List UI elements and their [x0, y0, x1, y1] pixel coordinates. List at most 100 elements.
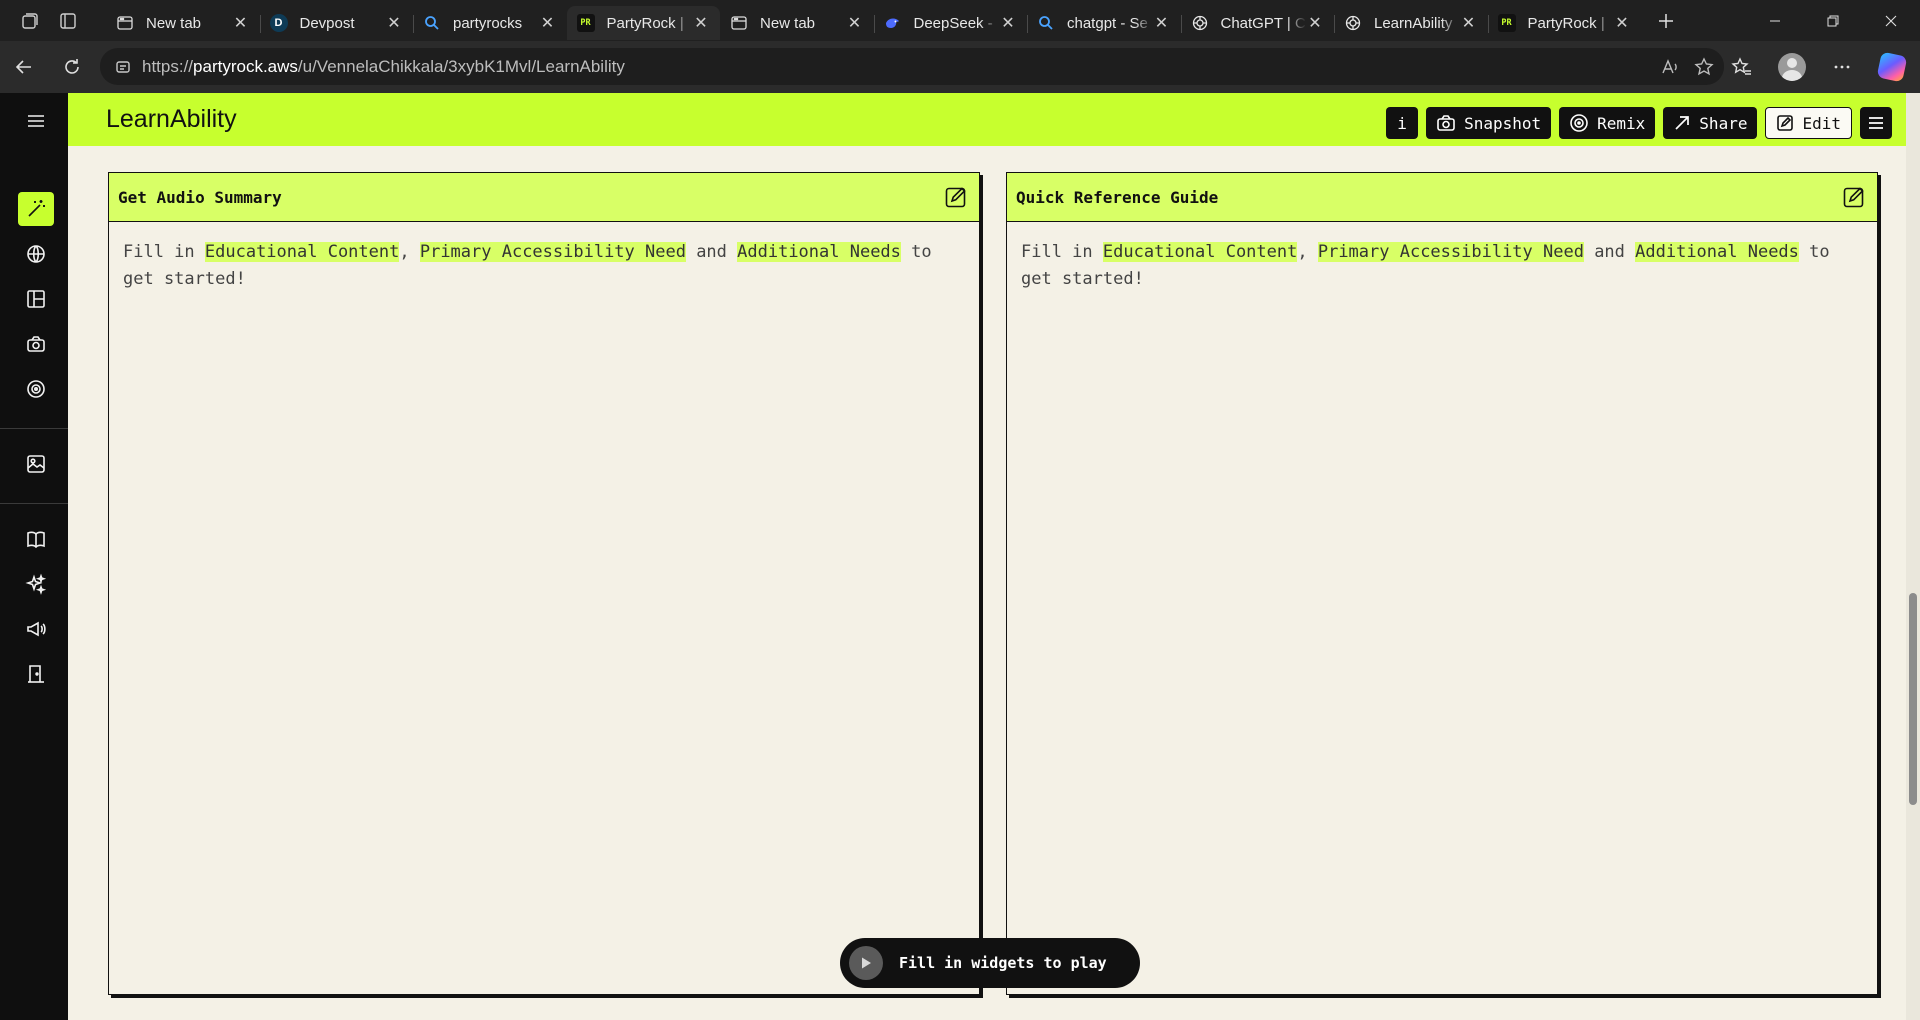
favorite-star-icon[interactable] — [1694, 56, 1714, 77]
menu-hamburger-icon — [1867, 114, 1885, 132]
site-info-icon[interactable] — [114, 58, 132, 76]
tab-actions-icon[interactable] — [50, 5, 86, 37]
copilot-icon[interactable] — [1874, 49, 1910, 85]
browser-tab[interactable]: D Devpost ✕ — [259, 6, 414, 40]
remix-label: Remix — [1597, 113, 1646, 133]
window-controls — [1746, 0, 1920, 41]
browser-tab-active[interactable]: PR PartyRock | ✕ — [566, 6, 720, 40]
tab-title: chatgpt - Se — [1067, 14, 1148, 32]
url-path: /u/VennelaChikkala/3xybK1Mvl/LearnAbilit… — [297, 56, 625, 76]
openai-logo — [1191, 14, 1209, 32]
partyrock-logo: PR — [1497, 14, 1516, 32]
tab-title: PartyRock | — [606, 14, 684, 32]
close-tab-icon[interactable]: ✕ — [999, 14, 1017, 32]
browser-tab[interactable]: DeepSeek - ✕ — [873, 6, 1028, 40]
sidebar-divider — [0, 503, 68, 504]
input-reference-additional-needs[interactable]: Additional Needs — [1635, 242, 1799, 262]
edit-pencil-icon[interactable] — [1840, 183, 1868, 211]
placeholder-separator: , — [399, 242, 420, 262]
browser-tab[interactable]: ChatGPT | C ✕ — [1180, 6, 1335, 40]
magic-wand-icon[interactable] — [18, 192, 54, 226]
widget-placeholder-text: Fill in Educational Content, Primary Acc… — [1007, 222, 1877, 310]
url-text: https://partyrock.aws/u/VennelaChikkala/… — [142, 57, 625, 77]
browser-tab[interactable]: LearnAbility ✕ — [1334, 6, 1488, 40]
browser-tab[interactable]: New tab ✕ — [720, 6, 874, 40]
widget-title: Get Audio Summary — [118, 187, 282, 207]
app-header: LearnAbility i Snapshot Remix Share Edit — [68, 93, 1920, 146]
partyrock-app-page: LearnAbility i Snapshot Remix Share Edit — [0, 93, 1920, 1020]
partyrock-logo: PR — [576, 14, 595, 32]
browser-tab[interactable]: chatgpt - Se ✕ — [1027, 6, 1181, 40]
remix-icon — [1569, 113, 1589, 133]
close-window-icon[interactable] — [1862, 0, 1920, 41]
close-tab-icon[interactable]: ✕ — [846, 14, 864, 32]
browser-tab[interactable]: New tab ✕ — [106, 6, 260, 40]
snapshot-button[interactable]: Snapshot — [1426, 107, 1552, 139]
input-reference-primary-accessibility-need[interactable]: Primary Accessibility Need — [1317, 242, 1584, 262]
new-tab-icon — [116, 14, 134, 32]
tab-title: DeepSeek - — [913, 14, 993, 32]
close-tab-icon[interactable]: ✕ — [1460, 14, 1478, 32]
search-icon — [1037, 14, 1055, 32]
edit-pencil-icon — [1776, 114, 1794, 132]
input-reference-additional-needs[interactable]: Additional Needs — [737, 242, 901, 262]
close-tab-icon[interactable]: ✕ — [1306, 14, 1324, 32]
minimize-icon[interactable] — [1746, 0, 1804, 41]
tab-title: PartyRock | — [1527, 14, 1605, 32]
workspaces-icon[interactable] — [12, 5, 48, 37]
browser-tab[interactable]: partyrocks ✕ — [413, 6, 567, 40]
reload-icon[interactable] — [54, 49, 90, 85]
menu-hamburger-icon[interactable] — [18, 104, 54, 138]
remix-button[interactable]: Remix — [1559, 107, 1656, 139]
remix-icon[interactable] — [18, 372, 54, 406]
placeholder-separator: and — [1583, 242, 1636, 262]
book-icon[interactable] — [18, 522, 54, 556]
address-bar[interactable]: https://partyrock.aws/u/VennelaChikkala/… — [100, 48, 1724, 85]
edit-pencil-icon[interactable] — [942, 183, 970, 211]
restore-icon[interactable] — [1804, 0, 1862, 41]
close-tab-icon[interactable]: ✕ — [539, 14, 557, 32]
close-tab-icon[interactable]: ✕ — [1613, 14, 1631, 32]
info-button[interactable]: i — [1386, 107, 1419, 139]
tab-title: LearnAbility — [1374, 14, 1453, 32]
share-button[interactable]: Share — [1663, 107, 1758, 139]
page-scrollbar[interactable] — [1906, 93, 1920, 1020]
image-gallery-icon[interactable] — [18, 447, 54, 481]
close-tab-icon[interactable]: ✕ — [385, 14, 403, 32]
close-tab-icon[interactable]: ✕ — [1153, 14, 1171, 32]
input-reference-primary-accessibility-need[interactable]: Primary Accessibility Need — [419, 242, 686, 262]
url-scheme: https:// — [142, 56, 194, 76]
app-menu-button[interactable] — [1860, 107, 1892, 139]
share-label: Share — [1699, 113, 1748, 133]
profile-avatar[interactable] — [1774, 49, 1810, 85]
arrow-right-icon — [1673, 114, 1691, 132]
camera-icon[interactable] — [18, 327, 54, 361]
layout-icon[interactable] — [18, 282, 54, 316]
exit-door-icon[interactable] — [18, 657, 54, 691]
widget-placeholder-text: Fill in Educational Content, Primary Acc… — [109, 222, 979, 310]
play-icon — [849, 946, 883, 980]
input-reference-educational-content[interactable]: Educational Content — [1102, 242, 1298, 262]
favorites-list-icon[interactable] — [1724, 49, 1760, 85]
edit-label: Edit — [1802, 113, 1841, 133]
megaphone-icon[interactable] — [18, 612, 54, 646]
new-tab-button[interactable] — [1649, 5, 1683, 37]
back-arrow-icon[interactable] — [6, 49, 42, 85]
more-options-icon[interactable] — [1824, 49, 1860, 85]
read-aloud-icon[interactable] — [1660, 57, 1680, 77]
close-tab-icon[interactable]: ✕ — [232, 14, 250, 32]
header-actions: i Snapshot Remix Share Edit — [1386, 107, 1892, 139]
tab-title: New tab — [760, 14, 816, 32]
close-tab-icon[interactable]: ✕ — [692, 14, 710, 32]
browser-tab[interactable]: PR PartyRock | ✕ — [1487, 6, 1642, 40]
globe-icon[interactable] — [18, 237, 54, 271]
widget-header: Quick Reference Guide — [1007, 173, 1877, 222]
scrollbar-thumb[interactable] — [1909, 593, 1917, 805]
input-reference-educational-content[interactable]: Educational Content — [204, 242, 400, 262]
play-widgets-button[interactable]: Fill in widgets to play — [840, 938, 1140, 988]
app-title: LearnAbility — [106, 105, 237, 133]
edit-button[interactable]: Edit — [1765, 107, 1852, 139]
widget-quick-reference-guide: Quick Reference Guide Fill in Educationa… — [1006, 172, 1878, 995]
widget-title: Quick Reference Guide — [1016, 187, 1219, 207]
sparkles-icon[interactable] — [18, 567, 54, 601]
